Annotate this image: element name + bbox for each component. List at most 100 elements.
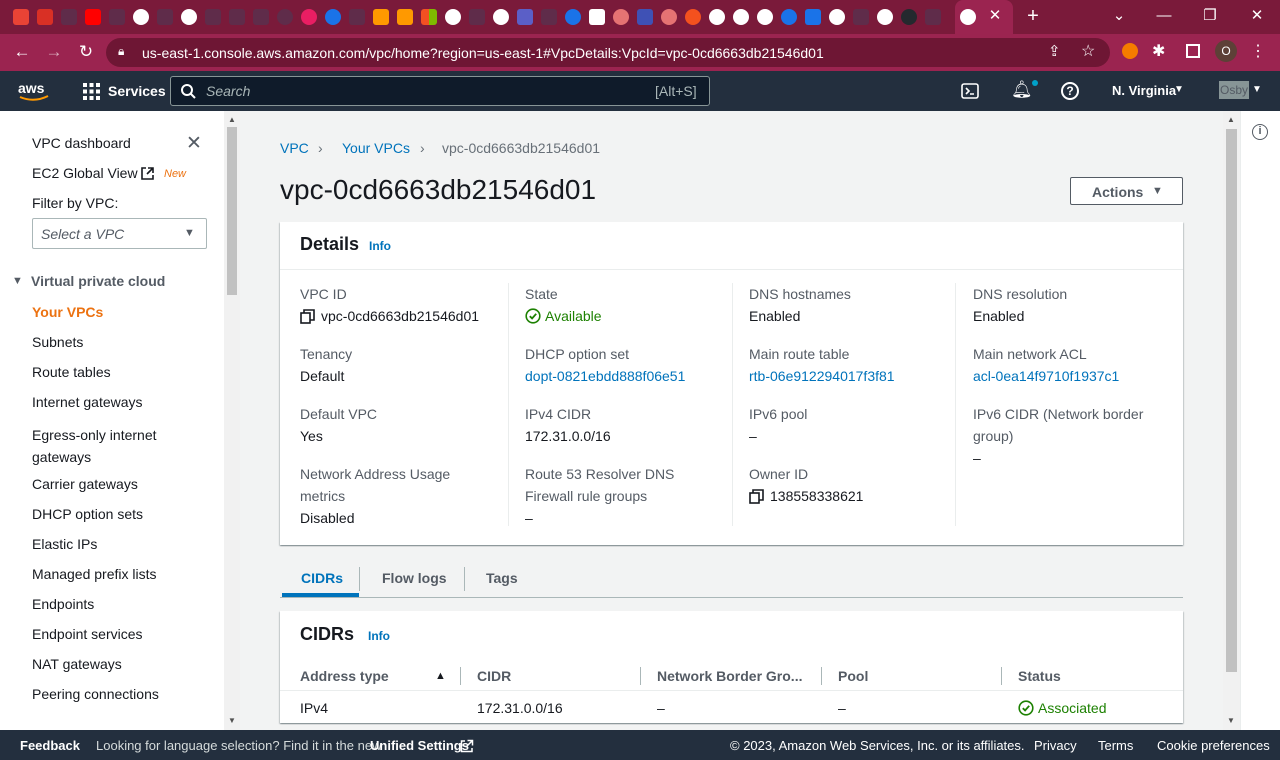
tab-favicon-icon[interactable] (613, 9, 629, 25)
sidebar-scrollbar[interactable]: ▲ ▼ (224, 111, 240, 730)
tab-favicon-icon[interactable] (469, 9, 485, 25)
section-virtual-private-cloud[interactable]: Virtual private cloud (31, 273, 165, 289)
tab-favicon-icon[interactable] (133, 9, 149, 25)
tab-favicon-icon[interactable] (109, 9, 125, 25)
sidebar-item-internet-gateways[interactable]: Internet gateways (32, 394, 143, 410)
tab-favicon-icon[interactable] (493, 9, 509, 25)
copy-icon[interactable] (749, 489, 764, 504)
tab-tags[interactable]: Tags (486, 570, 518, 586)
tab-favicon-icon[interactable] (397, 9, 413, 25)
tab-favicon-icon[interactable] (925, 9, 941, 25)
tab-favicon-icon[interactable] (325, 9, 341, 25)
share-icon[interactable]: ⇪ (1048, 42, 1061, 60)
column-divider[interactable] (821, 667, 822, 685)
table-row[interactable]: IPv4 172.31.0.0/16 – – Associated (280, 692, 1183, 722)
region-selector[interactable]: N. Virginia (1112, 83, 1176, 98)
copy-icon[interactable] (300, 309, 315, 324)
tab-favicon-icon[interactable] (205, 9, 221, 25)
tab-search-icon[interactable]: ⌄ (1107, 5, 1131, 27)
sidebar-item-carrier-gateways[interactable]: Carrier gateways (32, 476, 138, 492)
tab-favicon-icon[interactable] (733, 9, 749, 25)
tab-favicon-icon[interactable] (877, 9, 893, 25)
profile-avatar[interactable]: O (1215, 40, 1237, 62)
search-input[interactable]: Search [Alt+S] (170, 76, 710, 106)
tab-favicon-icon[interactable] (373, 9, 389, 25)
help-icon[interactable]: ? (1061, 82, 1079, 100)
account-menu[interactable]: Osby (1219, 81, 1250, 99)
tab-favicon-icon[interactable] (541, 9, 557, 25)
services-menu[interactable]: Services (108, 83, 166, 99)
sidebar-item-your-vpcs[interactable]: Your VPCs (32, 304, 103, 320)
terms-link[interactable]: Terms (1098, 738, 1133, 753)
tab-favicon-icon[interactable] (301, 9, 317, 25)
sidebar-item-route-tables[interactable]: Route tables (32, 364, 111, 380)
tab-favicon-icon[interactable] (661, 9, 677, 25)
main-route-table-link[interactable]: rtb-06e912294017f3f81 (749, 368, 895, 384)
section-caret-icon[interactable]: ▼ (12, 275, 23, 287)
close-tab-icon[interactable]: ✕ (983, 5, 1007, 27)
tab-favicon-icon[interactable] (181, 9, 197, 25)
tab-favicon-icon[interactable] (709, 9, 725, 25)
active-tab[interactable]: ✕ (955, 0, 1013, 34)
tab-microsoft-icon[interactable] (421, 9, 437, 25)
tab-github-icon[interactable] (277, 9, 293, 25)
address-bar[interactable]: 🔒︎ us-east-1.console.aws.amazon.com/vpc/… (106, 38, 1110, 67)
sidebar-item-dhcp-option-sets[interactable]: DHCP option sets (32, 506, 143, 522)
tab-favicon-icon[interactable] (349, 9, 365, 25)
side-panel-icon[interactable] (1186, 44, 1200, 58)
tab-google-icon[interactable] (829, 9, 845, 25)
tab-favicon-icon[interactable] (637, 9, 653, 25)
scroll-down-icon[interactable]: ▼ (228, 716, 236, 725)
tab-cidrs[interactable]: CIDRs (301, 570, 343, 586)
tab-youtube-icon[interactable] (85, 9, 101, 25)
main-scrollbar[interactable]: ▲ ▼ (1223, 111, 1240, 730)
reload-icon[interactable]: ↻ (74, 41, 98, 63)
sidebar-item-ec2-global-view[interactable]: EC2 Global View (32, 165, 138, 181)
tab-favicon-icon[interactable] (853, 9, 869, 25)
sidebar-item-nat-gateways[interactable]: NAT gateways (32, 656, 122, 672)
main-scroll-thumb[interactable] (1226, 129, 1237, 672)
main-network-acl-link[interactable]: acl-0ea14f9710f1937c1 (973, 368, 1119, 384)
tab-gmail-icon[interactable] (13, 9, 29, 25)
column-header-pool[interactable]: Pool (838, 668, 868, 684)
extension-icon[interactable] (1122, 43, 1138, 59)
notifications-bell-icon[interactable]: 🔔︎ (1011, 80, 1033, 100)
tab-favicon-icon[interactable] (805, 9, 821, 25)
scroll-down-icon[interactable]: ▼ (1227, 716, 1235, 725)
column-divider[interactable] (1001, 667, 1002, 685)
tab-favicon-icon[interactable] (685, 9, 701, 25)
tab-google-icon[interactable] (445, 9, 461, 25)
scroll-up-icon[interactable]: ▲ (228, 115, 236, 124)
breadcrumb-your-vpcs[interactable]: Your VPCs (342, 140, 410, 156)
cidrs-info-link[interactable]: Info (368, 629, 390, 643)
extensions-puzzle-icon[interactable]: ✱ (1152, 41, 1165, 61)
column-header-address-type[interactable]: Address type (300, 668, 389, 684)
tab-favicon-icon[interactable] (781, 9, 797, 25)
sidebar-item-managed-prefix-lists[interactable]: Managed prefix lists (32, 566, 157, 582)
services-grid-icon[interactable] (83, 83, 100, 100)
sidebar-item-egress-only-internet-gateways[interactable]: Egress-only internet gateways (32, 424, 172, 468)
feedback-link[interactable]: Feedback (20, 738, 80, 753)
tab-favicon-icon[interactable] (157, 9, 173, 25)
privacy-link[interactable]: Privacy (1034, 738, 1077, 753)
cookie-preferences-link[interactable]: Cookie preferences (1157, 738, 1270, 753)
info-panel-icon[interactable]: i (1252, 124, 1268, 140)
actions-button[interactable]: Actions ▼ (1070, 177, 1183, 205)
sidebar-item-vpc-dashboard[interactable]: VPC dashboard (32, 135, 131, 151)
forward-icon[interactable]: → (42, 41, 66, 63)
tab-favicon-icon[interactable] (61, 9, 77, 25)
minimize-icon[interactable]: — (1152, 5, 1176, 27)
sidebar-item-peering-connections[interactable]: Peering connections (32, 686, 159, 702)
sidebar-item-subnets[interactable]: Subnets (32, 334, 83, 350)
browser-menu-icon[interactable]: ⋮ (1250, 41, 1266, 61)
details-info-link[interactable]: Info (369, 239, 391, 253)
column-header-status[interactable]: Status (1018, 668, 1061, 684)
tab-favicon-icon[interactable] (253, 9, 269, 25)
new-tab-icon[interactable]: + (1021, 5, 1045, 27)
tab-favicon-icon[interactable] (37, 9, 53, 25)
breadcrumb-vpc[interactable]: VPC (280, 140, 309, 156)
tab-favicon-icon[interactable] (517, 9, 533, 25)
tab-favicon-icon[interactable] (565, 9, 581, 25)
back-icon[interactable]: ← (10, 41, 34, 63)
tab-flow-logs[interactable]: Flow logs (382, 570, 447, 586)
